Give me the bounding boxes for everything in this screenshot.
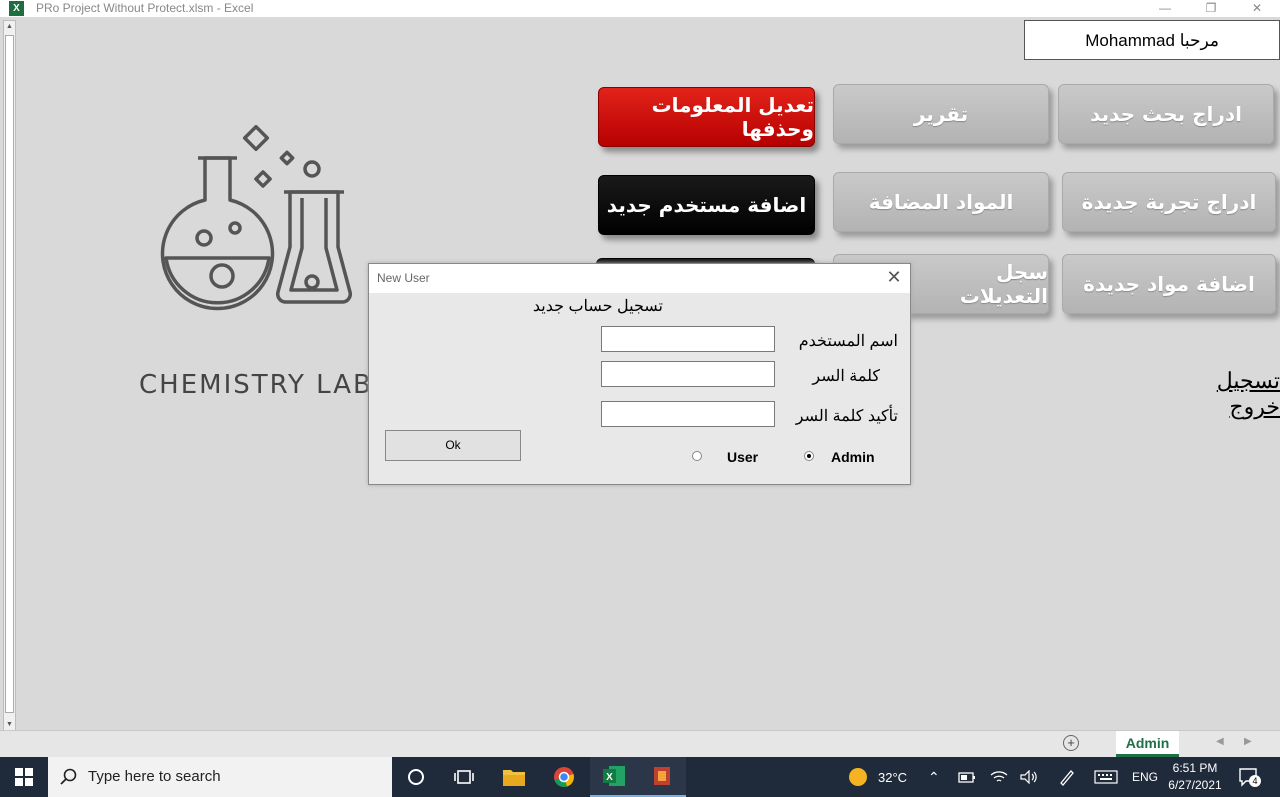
wifi-icon[interactable] bbox=[990, 757, 1008, 797]
close-window-button[interactable]: ✕ bbox=[1234, 0, 1280, 17]
cortana-icon[interactable] bbox=[392, 757, 440, 797]
svg-text:X: X bbox=[606, 772, 613, 783]
add-materials-button[interactable]: اضافة مواد جديدة bbox=[1062, 254, 1276, 314]
dialog-title-bar: New User ✕ bbox=[369, 264, 910, 293]
chrome-icon[interactable] bbox=[540, 757, 588, 797]
sheet-tab-bar: + Admin ◀ ▶ bbox=[0, 730, 1280, 757]
file-explorer-icon[interactable] bbox=[490, 757, 538, 797]
add-user-button[interactable]: اضافة مستخدم جديد bbox=[598, 175, 815, 235]
dialog-heading: تسجيل حساب جديد bbox=[532, 298, 663, 315]
language-indicator[interactable]: ENG bbox=[1132, 757, 1158, 797]
logout-link[interactable]: تسجيل خروج bbox=[1164, 368, 1280, 420]
insert-experiment-button[interactable]: ادراج تجربة جديدة bbox=[1062, 172, 1276, 232]
dialog-close-icon[interactable]: ✕ bbox=[884, 267, 904, 288]
volume-icon[interactable] bbox=[1020, 757, 1038, 797]
sheet-next-icon[interactable]: ▶ bbox=[1244, 736, 1252, 747]
add-sheet-icon[interactable]: + bbox=[1063, 735, 1079, 751]
weather-widget[interactable]: 32°C bbox=[848, 757, 907, 797]
windows-start-button[interactable] bbox=[0, 757, 48, 797]
battery-icon[interactable] bbox=[958, 757, 976, 797]
notifications-icon[interactable]: 4 bbox=[1238, 757, 1261, 797]
title-bar: X PRo Project Without Protect.xlsm - Exc… bbox=[0, 0, 1280, 17]
confirm-password-input[interactable] bbox=[601, 401, 775, 427]
weather-temp: 32°C bbox=[878, 769, 908, 785]
confirm-password-label: تأكيد كلمة السر bbox=[795, 408, 898, 425]
new-user-dialog: New User ✕ تسجيل حساب جديد اسم المستخدم … bbox=[368, 263, 911, 485]
keyboard-icon[interactable] bbox=[1094, 757, 1118, 797]
username-input[interactable] bbox=[601, 326, 775, 352]
restore-button[interactable]: ❐ bbox=[1188, 0, 1234, 17]
scrollbar-thumb[interactable] bbox=[5, 35, 14, 713]
minimize-button[interactable]: — bbox=[1142, 0, 1188, 17]
admin-radio[interactable] bbox=[804, 451, 814, 461]
show-hidden-icons-chevron-icon[interactable]: ⌃ bbox=[928, 757, 940, 797]
welcome-box: مرحبا Mohammad bbox=[1024, 20, 1280, 60]
insert-research-button[interactable]: ادراج بحث جديد bbox=[1058, 84, 1274, 144]
report-button[interactable]: تقرير bbox=[833, 84, 1049, 144]
search-placeholder: Type here to search bbox=[88, 768, 221, 785]
added-materials-button[interactable]: المواد المضافة bbox=[833, 172, 1049, 232]
chemistry-lab-text: CHEMISTRY LAB bbox=[139, 370, 373, 400]
welcome-text: مرحبا Mohammad bbox=[1085, 31, 1219, 50]
excel-taskbar-icon[interactable]: X bbox=[590, 757, 638, 797]
dialog-title: New User bbox=[377, 271, 430, 285]
edit-delete-button[interactable]: تعديل المعلومات وحذفها bbox=[598, 87, 815, 147]
ok-button[interactable]: Ok bbox=[385, 430, 521, 461]
username-label: اسم المستخدم bbox=[798, 333, 898, 350]
clock-time: 6:51 PM bbox=[1172, 761, 1218, 775]
user-radio[interactable] bbox=[692, 451, 702, 461]
search-icon bbox=[60, 768, 77, 785]
user-radio-label[interactable]: User bbox=[727, 449, 758, 465]
task-view-icon[interactable] bbox=[440, 757, 488, 797]
taskbar-clock[interactable]: 6:51 PM 6/27/2021 bbox=[1162, 760, 1228, 794]
pen-workspace-icon[interactable] bbox=[1058, 757, 1076, 797]
window-title: PRo Project Without Protect.xlsm - Excel bbox=[36, 1, 254, 15]
taskbar-search-box[interactable]: Type here to search bbox=[48, 757, 392, 797]
sheet-tab-admin[interactable]: Admin bbox=[1116, 731, 1179, 757]
scroll-up-arrow-icon[interactable]: ▲ bbox=[4, 21, 15, 33]
notification-count: 4 bbox=[1249, 775, 1261, 787]
password-label: كلمة السر bbox=[812, 368, 880, 385]
vba-editor-icon[interactable] bbox=[638, 757, 686, 797]
vertical-scrollbar[interactable]: ▲ ▼ bbox=[3, 20, 16, 732]
chemistry-flask-logo-icon bbox=[160, 124, 352, 311]
clock-date: 6/27/2021 bbox=[1168, 778, 1222, 792]
sheet-prev-icon[interactable]: ◀ bbox=[1216, 736, 1224, 747]
taskbar: Type here to search X 32°C ⌃ ENG 6:51 PM… bbox=[0, 757, 1280, 797]
excel-app-icon: X bbox=[9, 1, 24, 16]
sun-icon bbox=[849, 768, 867, 786]
admin-radio-label[interactable]: Admin bbox=[831, 449, 875, 465]
password-input[interactable] bbox=[601, 361, 775, 387]
windows-logo-icon bbox=[15, 768, 33, 786]
